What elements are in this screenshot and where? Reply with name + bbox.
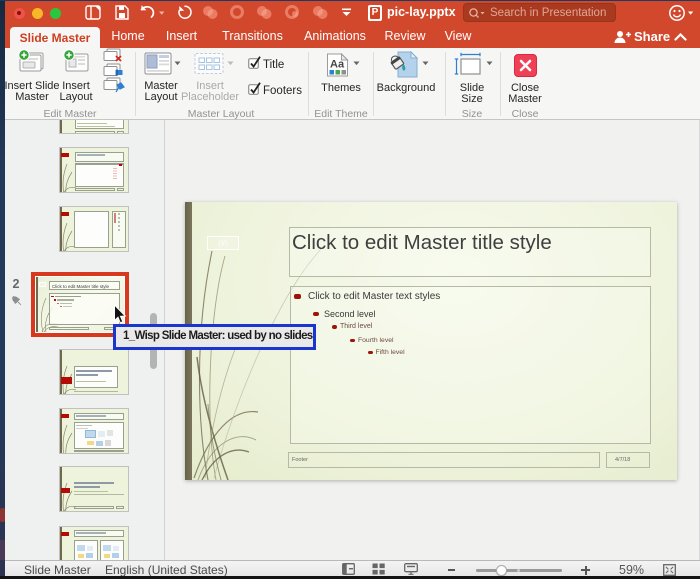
svg-text:Aa: Aa: [330, 59, 345, 71]
